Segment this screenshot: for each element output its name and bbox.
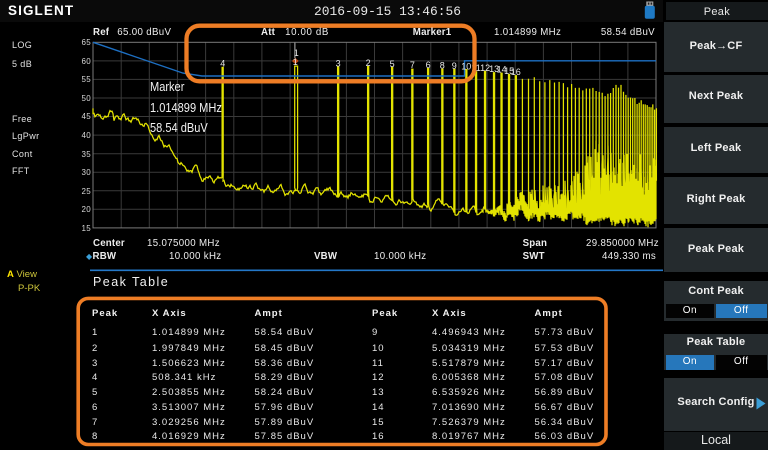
svg-text:7: 7 [410, 60, 415, 70]
svg-text:6: 6 [426, 60, 431, 70]
svg-text:4: 4 [220, 59, 225, 69]
svg-text:10: 10 [461, 62, 471, 72]
svg-text:3: 3 [336, 58, 341, 68]
svg-text:1: 1 [293, 57, 298, 67]
svg-text:9: 9 [452, 61, 457, 71]
svg-text:16: 16 [511, 67, 521, 77]
svg-text:2: 2 [366, 58, 371, 68]
svg-text:8: 8 [440, 60, 445, 70]
svg-text:5: 5 [390, 59, 395, 69]
